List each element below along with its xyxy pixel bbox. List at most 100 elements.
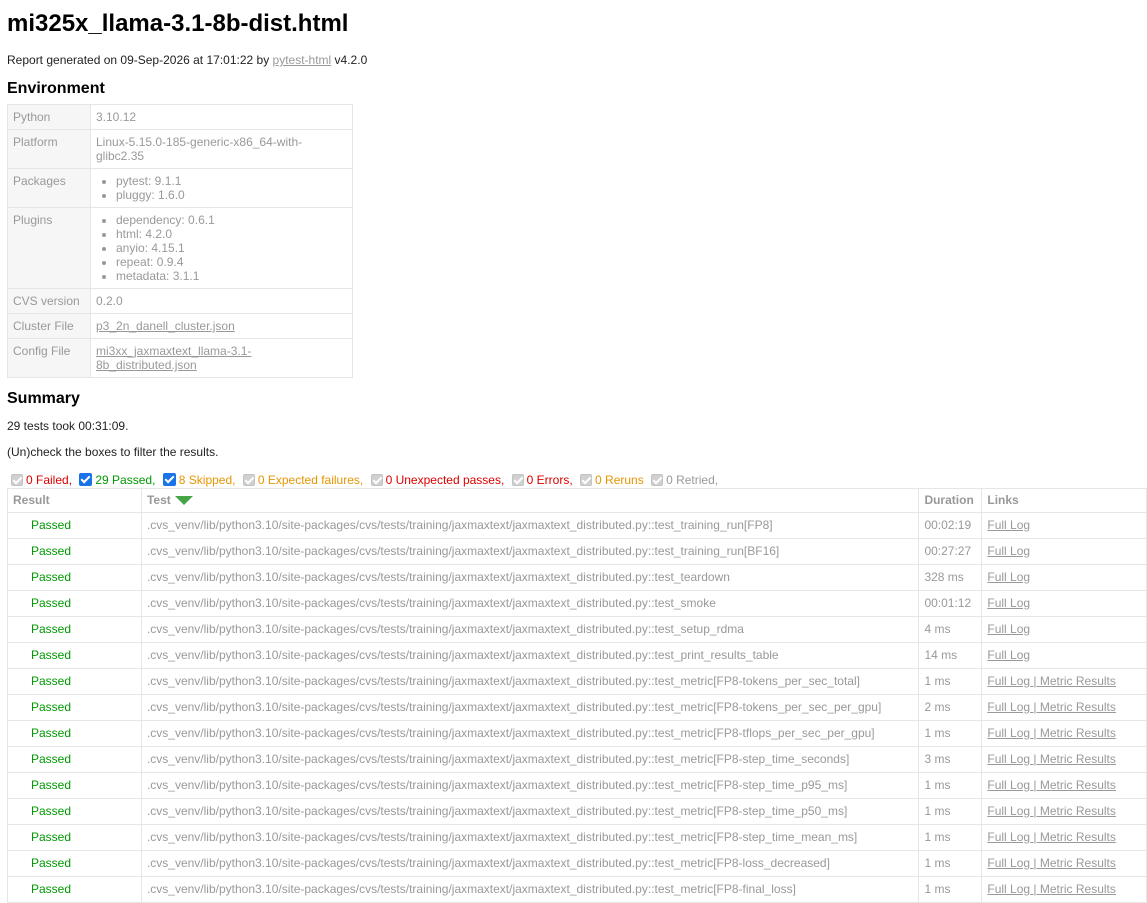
duration-cell: 3 ms	[918, 746, 983, 773]
plugin-item: metadata: 3.1.1	[116, 269, 347, 283]
test-name-cell: .cvs_venv/lib/python3.10/site-packages/c…	[140, 512, 920, 539]
links-cell: Full Log | Metric Results	[981, 850, 1147, 877]
env-value: p3_2n_danell_cluster.json	[90, 313, 353, 339]
table-row[interactable]: Passed .cvs_venv/lib/python3.10/site-pack…	[7, 590, 1147, 617]
filter-failed-checkbox[interactable]	[11, 474, 23, 486]
filter-reruns-checkbox[interactable]	[580, 474, 593, 486]
table-row[interactable]: Passed .cvs_venv/lib/python3.10/site-pack…	[7, 746, 1147, 773]
plugin-item: html: 4.2.0	[116, 227, 347, 241]
env-row-config-file: Config File mi3xx_jaxmaxtext_llama-3.1-8…	[7, 338, 353, 378]
full-log-link[interactable]: Full Log	[987, 674, 1030, 688]
metric-results-link[interactable]: | Metric Results	[1030, 752, 1115, 766]
result-cell: Passed	[7, 512, 142, 539]
table-row[interactable]: Passed .cvs_venv/lib/python3.10/site-pack…	[7, 564, 1147, 591]
packages-list: pytest: 9.1.1 pluggy: 1.6.0	[96, 174, 347, 202]
metric-results-link[interactable]: | Metric Results	[1030, 674, 1115, 688]
filter-errors-label: 0 Errors,	[526, 473, 573, 487]
metric-results-link[interactable]: | Metric Results	[1030, 778, 1115, 792]
duration-cell: 1 ms	[918, 850, 983, 877]
duration-cell: 1 ms	[918, 824, 983, 851]
filter-errors-checkbox[interactable]	[511, 474, 524, 486]
column-header-duration[interactable]: Duration	[918, 488, 983, 513]
table-row[interactable]: Passed .cvs_venv/lib/python3.10/site-pack…	[7, 876, 1147, 903]
full-log-link[interactable]: Full Log	[987, 882, 1030, 896]
test-name-cell: .cvs_venv/lib/python3.10/site-packages/c…	[140, 772, 920, 799]
column-header-links[interactable]: Links	[981, 488, 1147, 513]
test-name-cell: .cvs_venv/lib/python3.10/site-packages/c…	[140, 850, 920, 877]
duration-cell: 4 ms	[918, 616, 983, 643]
pytest-html-link[interactable]: pytest-html	[273, 53, 332, 67]
full-log-link[interactable]: Full Log	[987, 778, 1030, 792]
package-item: pluggy: 1.6.0	[116, 188, 347, 202]
full-log-link[interactable]: Full Log	[987, 622, 1030, 636]
full-log-link[interactable]: Full Log	[987, 544, 1030, 558]
full-log-link[interactable]: Full Log	[987, 856, 1030, 870]
full-log-link[interactable]: Full Log	[987, 804, 1030, 818]
table-row[interactable]: Passed .cvs_venv/lib/python3.10/site-pack…	[7, 616, 1147, 643]
result-cell: Passed	[7, 746, 142, 773]
table-row[interactable]: Passed .cvs_venv/lib/python3.10/site-pack…	[7, 538, 1147, 565]
table-row[interactable]: Passed .cvs_venv/lib/python3.10/site-pack…	[7, 850, 1147, 877]
links-cell: Full Log	[981, 538, 1147, 565]
full-log-link[interactable]: Full Log	[987, 726, 1030, 740]
table-row[interactable]: Passed .cvs_venv/lib/python3.10/site-pack…	[7, 720, 1147, 747]
links-cell: Full Log | Metric Results	[981, 746, 1147, 773]
duration-cell: 1 ms	[918, 720, 983, 747]
full-log-link[interactable]: Full Log	[987, 700, 1030, 714]
cluster-file-link[interactable]: p3_2n_danell_cluster.json	[96, 319, 235, 333]
result-cell: Passed	[7, 616, 142, 643]
filter-skipped-checkbox[interactable]	[162, 473, 176, 486]
metric-results-link[interactable]: | Metric Results	[1030, 830, 1115, 844]
full-log-link[interactable]: Full Log	[987, 648, 1030, 662]
full-log-link[interactable]: Full Log	[987, 518, 1030, 532]
env-value: pytest: 9.1.1 pluggy: 1.6.0	[90, 168, 353, 208]
metric-results-link[interactable]: | Metric Results	[1030, 804, 1115, 818]
filter-failed-label: 0 Failed,	[26, 473, 73, 487]
table-row[interactable]: Passed .cvs_venv/lib/python3.10/site-pack…	[7, 668, 1147, 695]
plugin-item: repeat: 0.9.4	[116, 255, 347, 269]
table-row[interactable]: Passed .cvs_venv/lib/python3.10/site-pack…	[7, 798, 1147, 825]
table-row[interactable]: Passed .cvs_venv/lib/python3.10/site-pack…	[7, 642, 1147, 669]
duration-cell: 2 ms	[918, 694, 983, 721]
package-item: pytest: 9.1.1	[116, 174, 347, 188]
links-cell: Full Log	[981, 512, 1147, 539]
metric-results-link[interactable]: | Metric Results	[1030, 882, 1115, 896]
result-cell: Passed	[7, 564, 142, 591]
results-header-row: Result Test Duration Links	[7, 488, 1147, 513]
metric-results-link[interactable]: | Metric Results	[1030, 700, 1115, 714]
sort-desc-icon	[174, 496, 193, 505]
full-log-link[interactable]: Full Log	[987, 752, 1030, 766]
links-cell: Full Log | Metric Results	[981, 720, 1147, 747]
table-row[interactable]: Passed .cvs_venv/lib/python3.10/site-pack…	[7, 694, 1147, 721]
duration-cell: 1 ms	[918, 668, 983, 695]
env-row-python: Python 3.10.12	[7, 104, 353, 130]
duration-cell: 1 ms	[918, 876, 983, 903]
plugin-item: dependency: 0.6.1	[116, 213, 347, 227]
column-header-test[interactable]: Test	[140, 488, 920, 513]
metric-results-link[interactable]: | Metric Results	[1030, 726, 1115, 740]
summary-duration: 29 tests took 00:31:09.	[7, 419, 129, 433]
table-row[interactable]: Passed .cvs_venv/lib/python3.10/site-pack…	[7, 824, 1147, 851]
env-row-packages: Packages pytest: 9.1.1 pluggy: 1.6.0	[7, 168, 353, 208]
results-table: Result Test Duration Links Passed .cvs_ve…	[7, 488, 1147, 903]
full-log-link[interactable]: Full Log	[987, 570, 1030, 584]
metric-results-link[interactable]: | Metric Results	[1030, 856, 1115, 870]
generated-prefix: Report generated on 09-Sep-2026 at 17:01…	[7, 53, 273, 67]
environment-heading: Environment	[7, 80, 105, 97]
result-cell: Passed	[7, 642, 142, 669]
result-cell: Passed	[7, 694, 142, 721]
table-row[interactable]: Passed .cvs_venv/lib/python3.10/site-pack…	[7, 772, 1147, 799]
env-value: dependency: 0.6.1 html: 4.2.0 anyio: 4.1…	[90, 207, 353, 289]
full-log-link[interactable]: Full Log	[987, 830, 1030, 844]
column-header-result[interactable]: Result	[7, 488, 142, 513]
config-file-link[interactable]: mi3xx_jaxmaxtext_llama-3.1-8b_distribute…	[96, 344, 251, 372]
filter-xfailed-checkbox[interactable]	[242, 474, 255, 486]
filter-xpassed-checkbox[interactable]	[370, 474, 383, 486]
full-log-link[interactable]: Full Log	[987, 596, 1030, 610]
env-key: Plugins	[7, 207, 91, 289]
result-cell: Passed	[7, 720, 142, 747]
filter-retried-checkbox[interactable]	[651, 474, 664, 486]
filter-passed-checkbox[interactable]	[79, 473, 93, 486]
page-title: mi325x_llama-3.1-8b-dist.html	[7, 10, 349, 37]
table-row[interactable]: Passed .cvs_venv/lib/python3.10/site-pack…	[7, 512, 1147, 539]
